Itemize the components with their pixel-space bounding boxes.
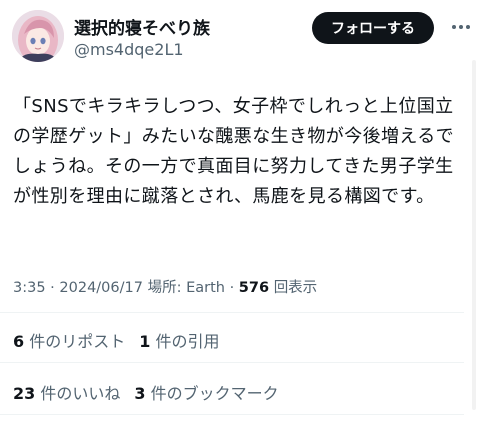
quotes-link[interactable]: 1 件の引用 <box>139 332 219 351</box>
reposts-count: 6 <box>13 332 25 351</box>
ellipsis-icon[interactable] <box>448 14 474 40</box>
anime-avatar-icon <box>12 10 64 62</box>
tweet-time[interactable]: 3:35 <box>13 280 46 296</box>
quotes-count: 1 <box>139 332 151 351</box>
follow-button[interactable]: フォローする <box>312 12 434 44</box>
likes-count: 23 <box>13 384 36 403</box>
divider <box>0 312 464 313</box>
bookmarks-link[interactable]: 3 件のブックマーク <box>134 384 278 403</box>
scrollbar[interactable] <box>472 60 476 410</box>
meta-separator: · <box>45 280 60 296</box>
divider <box>0 414 464 415</box>
tweet-header: 選択的寝そべり族 @ms4dqe2L1 フォローする <box>0 0 480 72</box>
likes-link[interactable]: 23 件のいいね <box>13 384 120 403</box>
repost-quote-row: 6 件のリポスト 1 件の引用 <box>13 328 220 352</box>
tweet-text: 「SNSでキラキラしつつ、女子枠でしれっと上位国立の学歴ゲット」みたいな醜悪な生… <box>13 96 455 207</box>
reposts-link[interactable]: 6 件のリポスト <box>13 332 125 351</box>
like-bookmark-row: 23 件のいいね 3 件のブックマーク <box>13 380 279 404</box>
display-name[interactable]: 選択的寝そべり族 <box>74 14 210 39</box>
views-count: 576 <box>238 280 270 296</box>
views-label: 回表示 <box>273 280 318 296</box>
bookmarks-count: 3 <box>134 384 146 403</box>
bookmarks-label: 件のブックマーク <box>150 384 279 403</box>
user-handle[interactable]: @ms4dqe2L1 <box>74 40 184 59</box>
tweet-date[interactable]: 2024/06/17 <box>59 280 143 296</box>
tweet-meta: 3:35 · 2024/06/17 場所: Earth · 576 回表示 <box>13 276 317 297</box>
tweet-location: 場所: Earth <box>147 280 225 296</box>
avatar[interactable] <box>12 10 64 62</box>
meta-separator: · <box>224 280 239 296</box>
likes-label: 件のいいね <box>40 384 121 403</box>
quotes-label: 件の引用 <box>155 332 220 351</box>
divider <box>0 362 464 363</box>
reposts-label: 件のリポスト <box>29 332 126 351</box>
